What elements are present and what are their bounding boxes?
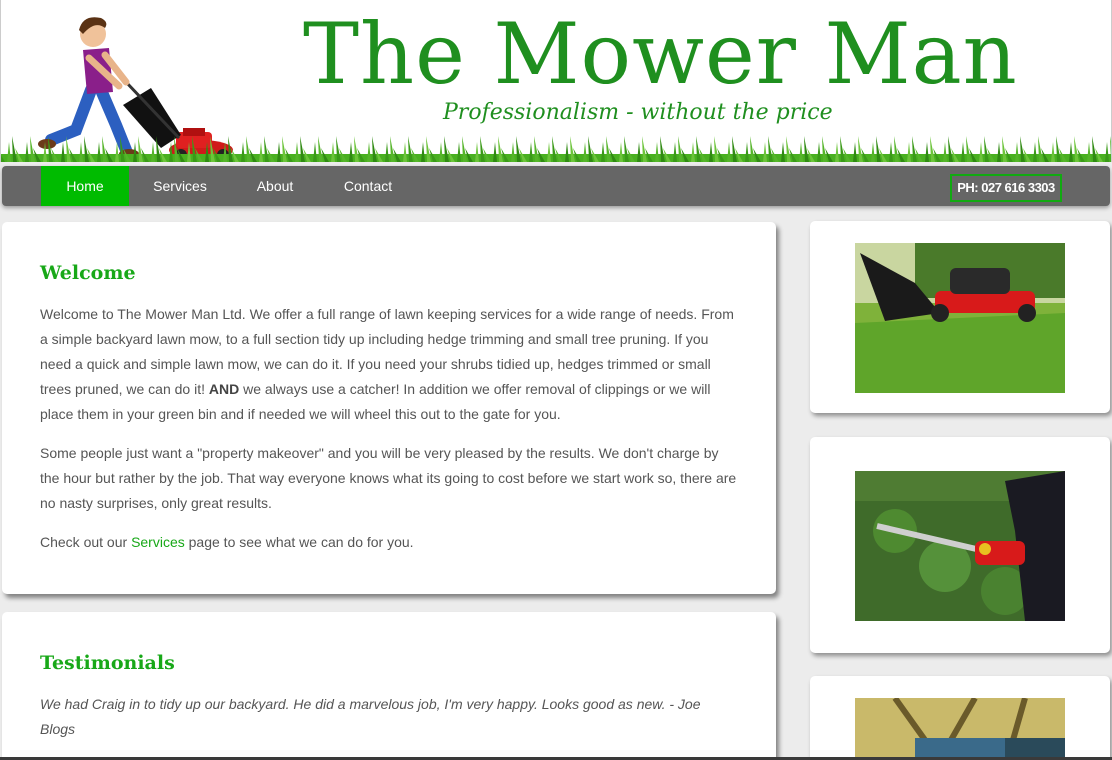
lawn-mower-photo: [855, 243, 1065, 393]
welcome-p3-text-a: Check out our: [40, 534, 128, 550]
sidebar-photo-card-1: [810, 221, 1110, 413]
hedge-trimmer-photo: [855, 471, 1065, 621]
site-tagline: Professionalism - without the price: [443, 100, 833, 125]
phone-number-badge[interactable]: PH: 027 616 3303: [950, 174, 1062, 202]
grass-border-decoration: [1, 136, 1111, 162]
testimonials-heading: Testimonials: [40, 652, 175, 674]
nav-contact[interactable]: Contact: [324, 166, 412, 206]
sidebar-photo-card-2: [810, 437, 1110, 653]
nav-services[interactable]: Services: [137, 166, 223, 206]
testimonial-quote: We had Craig in to tidy up our backyard.…: [40, 696, 701, 737]
site-header: The Mower Man Professionalism - without …: [0, 0, 1112, 162]
welcome-p3-text-b: page to see what we can do for you.: [188, 534, 414, 550]
nav-about[interactable]: About: [236, 166, 314, 206]
welcome-paragraph-2: Some people just want a "property makeov…: [40, 445, 737, 511]
welcome-p1-emphasis: AND: [208, 381, 240, 397]
tree-pruning-photo: [855, 698, 1065, 760]
main-nav-bar: Home Services About Contact PH: 027 616 …: [2, 166, 1110, 206]
services-link[interactable]: Services: [131, 534, 185, 550]
welcome-heading: Welcome: [40, 262, 136, 284]
welcome-card: Welcome Welcome to The Mower Man Ltd. We…: [2, 222, 776, 594]
welcome-paragraph-1: Welcome to The Mower Man Ltd. We offer a…: [40, 302, 738, 427]
site-title: The Mower Man: [303, 5, 1018, 103]
welcome-paragraph-3: Check out our Services page to see what …: [40, 530, 738, 555]
nav-home[interactable]: Home: [41, 166, 129, 206]
testimonials-card: Testimonials We had Craig in to tidy up …: [2, 612, 776, 760]
sidebar-photo-card-3: [810, 676, 1110, 760]
